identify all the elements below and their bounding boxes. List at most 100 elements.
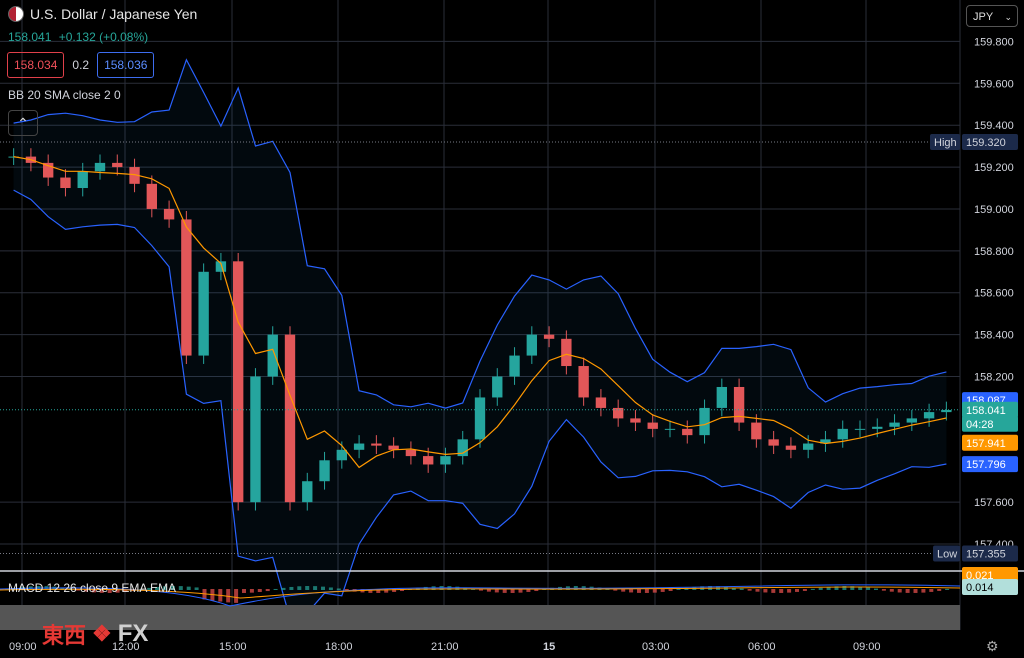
macd-histogram-bar xyxy=(502,589,507,593)
macd-histogram-bar xyxy=(889,589,894,592)
gear-icon[interactable]: ⚙ xyxy=(986,638,999,655)
brand-watermark: 東西 ❖ FX xyxy=(42,618,148,650)
high-label: High xyxy=(934,137,957,149)
watermark-fx: FX xyxy=(117,620,149,647)
macd-histogram-bar xyxy=(945,588,950,590)
macd-value: 0.014 xyxy=(966,582,994,594)
macd-histogram-bar xyxy=(194,587,199,590)
spread-value: 0.2 xyxy=(72,58,90,72)
macd-histogram-bar xyxy=(755,589,760,592)
macd-histogram-bar xyxy=(234,589,239,603)
x-tick-label: 03:00 xyxy=(642,641,670,653)
bid-ask: 158.034 0.2 158.036 xyxy=(7,52,155,78)
macd-histogram-bar xyxy=(637,589,641,593)
y-tick-label: 159.000 xyxy=(974,204,1014,216)
macd-histogram-bar xyxy=(937,589,942,591)
macd-histogram-bar xyxy=(787,589,792,593)
symbol-header[interactable]: U.S. Dollar / Japanese Yen xyxy=(8,6,197,22)
macd-histogram-bar xyxy=(921,589,926,593)
y-tick-label: 159.400 xyxy=(974,120,1014,132)
y-tick-label: 157.600 xyxy=(974,497,1014,509)
x-tick-label: 18:00 xyxy=(325,641,353,653)
macd-histogram-bar xyxy=(494,589,499,593)
price-change: +0.132 (+0.08%) xyxy=(58,30,149,44)
macd-histogram-bar xyxy=(763,589,768,593)
x-tick-label: 15 xyxy=(543,641,555,653)
macd-histogram-bar xyxy=(802,589,807,591)
macd-histogram-bar xyxy=(273,588,278,590)
macd-histogram-bar xyxy=(289,586,294,590)
y-tick-label: 158.600 xyxy=(974,288,1014,300)
low-label: Low xyxy=(937,548,957,560)
last-value: 158.041 xyxy=(966,405,1006,417)
macd-histogram-bar xyxy=(779,589,784,593)
macd-histogram-bar xyxy=(336,588,341,590)
x-tick-label: 15:00 xyxy=(219,641,247,653)
x-tick-label: 09:00 xyxy=(853,641,881,653)
high-value: 159.320 xyxy=(966,137,1006,149)
macd-histogram-bar xyxy=(305,586,310,590)
watermark-cn: 東西 xyxy=(42,623,87,648)
macd-histogram-bar xyxy=(629,589,634,593)
macd-histogram-bar xyxy=(881,589,886,591)
chevron-down-icon: ⌄ xyxy=(1004,12,1012,22)
macd-histogram-bar xyxy=(771,589,776,593)
macd-histogram-bar xyxy=(297,586,302,590)
price-summary: 158.041 +0.132 (+0.08%) xyxy=(8,30,148,44)
macd-histogram-bar xyxy=(913,589,918,593)
sma-value: 157.941 xyxy=(966,438,1006,450)
macd-histogram-bar xyxy=(652,589,657,593)
price-chart[interactable]: 159.800 159.600 159.400 159.200 159.000 158.8… xyxy=(0,0,1024,658)
x-tick-label: 06:00 xyxy=(748,641,776,653)
macd-histogram-bar xyxy=(866,587,871,590)
macd-histogram-bar xyxy=(668,589,673,591)
macd-histogram-bar xyxy=(874,588,878,590)
macd-histogram-bar xyxy=(795,589,799,592)
macd-histogram-bar xyxy=(660,589,665,592)
macd-histogram-bar xyxy=(905,589,910,593)
macd-histogram-bar xyxy=(897,589,902,593)
y-tick-label: 158.400 xyxy=(974,330,1014,342)
buy-button[interactable]: 158.036 xyxy=(97,52,155,78)
y-tick-label: 159.800 xyxy=(974,36,1014,48)
macd-histogram-bar xyxy=(747,589,752,591)
countdown: 04:28 xyxy=(966,419,994,431)
macd-histogram-bar xyxy=(621,589,626,592)
sell-button[interactable]: 158.034 xyxy=(7,52,65,78)
macd-histogram-bar xyxy=(281,587,286,590)
macd-histogram-bar xyxy=(257,589,262,592)
lower-band-value: 157.796 xyxy=(966,459,1006,471)
macd-histogram-bar xyxy=(242,589,246,593)
macd-histogram-bar xyxy=(328,587,333,590)
macd-histogram-bar xyxy=(186,586,191,590)
us-flag-icon xyxy=(8,6,24,22)
macd-legend[interactable]: MACD 12 26 close 9 EMA EMA xyxy=(8,581,176,595)
macd-histogram-bar xyxy=(313,586,318,590)
macd-histogram-bar xyxy=(249,589,254,593)
macd-histogram-bar xyxy=(321,586,325,590)
x-tick-label: 09:00 xyxy=(9,641,37,653)
macd-histogram-bar xyxy=(510,589,515,593)
macd-histogram-bar xyxy=(842,586,847,590)
y-tick-label: 159.600 xyxy=(974,78,1014,90)
macd-histogram-bar xyxy=(739,588,744,590)
symbol-title: U.S. Dollar / Japanese Yen xyxy=(30,6,198,22)
last-price: 158.041 xyxy=(8,30,52,44)
macd-histogram-bar xyxy=(644,589,649,593)
macd-histogram-bar xyxy=(455,586,460,590)
currency-select[interactable]: JPY ⌄ xyxy=(966,5,1018,27)
logo-icon: ❖ xyxy=(92,621,112,646)
macd-histogram-bar xyxy=(676,588,681,590)
bollinger-legend[interactable]: BB 20 SMA close 2 0 xyxy=(8,88,121,102)
chevron-up-icon: ⌃ xyxy=(17,115,29,131)
macd-histogram-bar xyxy=(265,589,270,592)
bollinger-fill xyxy=(13,59,947,619)
collapse-legend-button[interactable]: ⌃ xyxy=(8,110,38,136)
y-tick-label: 158.200 xyxy=(974,372,1014,384)
macd-histogram-bar xyxy=(178,586,183,590)
y-tick-label: 159.200 xyxy=(974,162,1014,174)
macd-histogram-bar xyxy=(818,587,823,590)
macd-histogram-bar xyxy=(810,588,815,590)
y-tick-label: 158.800 xyxy=(974,246,1014,258)
x-tick-label: 21:00 xyxy=(431,641,459,653)
